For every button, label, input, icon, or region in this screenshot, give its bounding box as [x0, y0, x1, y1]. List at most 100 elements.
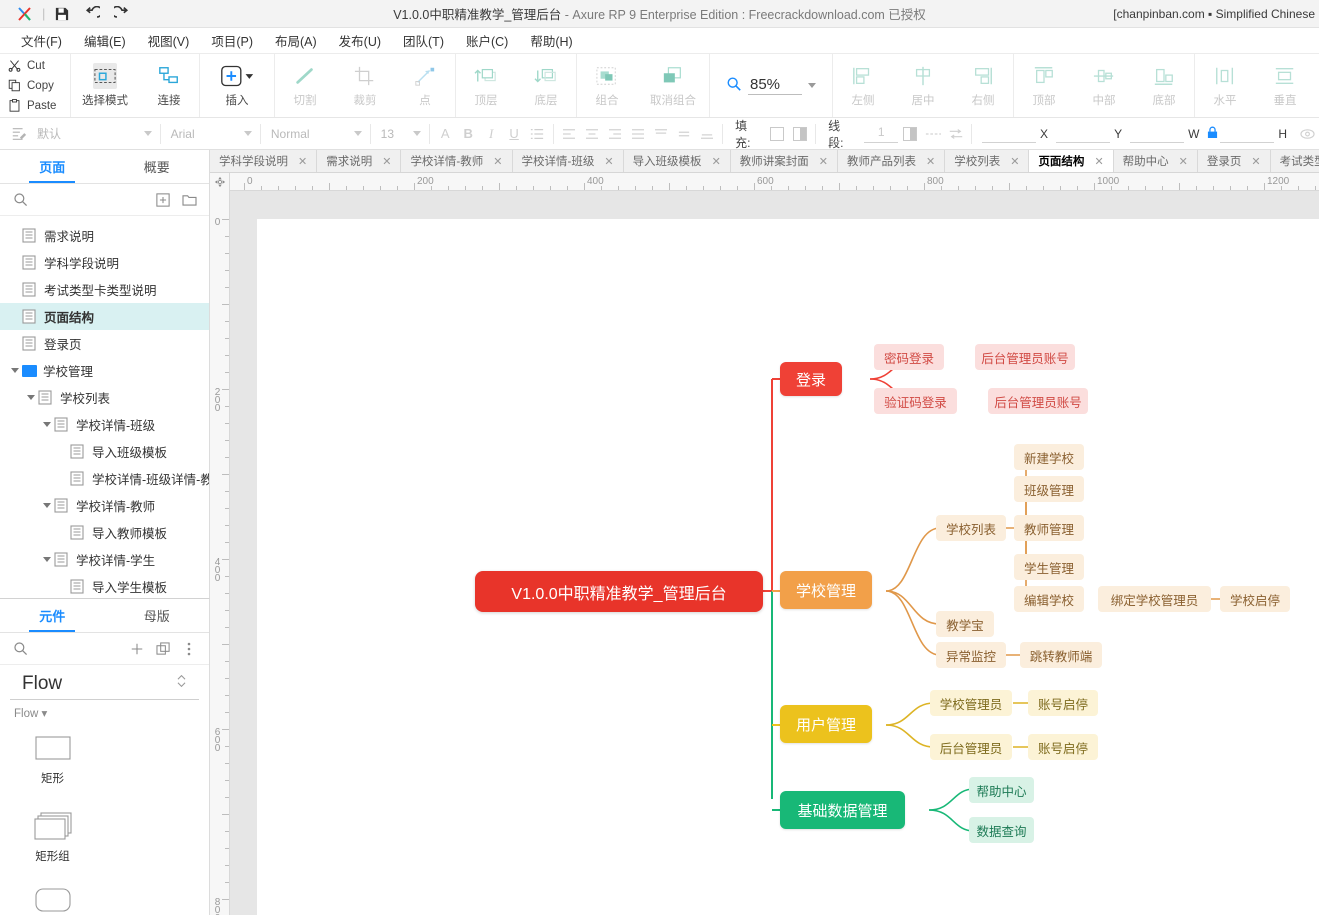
send-to-back-button[interactable]: 底层: [516, 54, 576, 117]
mindmap-node-admin-account-2[interactable]: 后台管理员账号: [988, 388, 1088, 414]
italic-icon[interactable]: I: [480, 123, 503, 145]
pages-tree-item[interactable]: 导入教师模板: [0, 519, 209, 546]
pages-tree-item[interactable]: 学校列表: [0, 384, 209, 411]
menu-publish[interactable]: 发布(U): [328, 27, 392, 54]
widget-rectangle-group[interactable]: 矩形组: [0, 802, 105, 878]
tab-widgets[interactable]: 元件: [0, 599, 105, 632]
add-library-icon[interactable]: [127, 639, 147, 659]
mindmap-node-school-list[interactable]: 学校列表: [936, 515, 1006, 541]
mindmap-node-user-management[interactable]: 用户管理: [780, 705, 872, 743]
menu-layout[interactable]: 布局(A): [264, 27, 328, 54]
pages-tree-item[interactable]: 学校详情-教师: [0, 492, 209, 519]
align-middle-button[interactable]: 中部: [1074, 54, 1134, 117]
font-family-select[interactable]: Arial: [165, 123, 256, 145]
close-icon[interactable]: ✕: [1094, 155, 1103, 168]
valign-middle-icon[interactable]: [672, 123, 695, 145]
pages-tree-item[interactable]: 导入学生模板: [0, 573, 209, 600]
add-page-icon[interactable]: [153, 190, 173, 210]
undo-icon[interactable]: [77, 1, 107, 27]
mindmap-node-basic-data-management[interactable]: 基础数据管理: [780, 791, 905, 829]
mindmap-root-node[interactable]: V1.0.0中职精准教学_管理后台: [475, 571, 763, 612]
pages-tree-item[interactable]: 页面结构: [0, 303, 209, 330]
font-weight-select[interactable]: Normal: [265, 123, 366, 145]
close-icon[interactable]: ✕: [1010, 155, 1019, 168]
fill-color-swatch[interactable]: [765, 123, 788, 145]
font-size-select[interactable]: 13: [375, 123, 425, 145]
align-center-button[interactable]: 居中: [893, 54, 953, 117]
canvas-area[interactable]: V1.0.0中职精准教学_管理后台 登录 密码登录 后台管理员账号 验证码登录 …: [230, 191, 1319, 915]
cut-shape-button[interactable]: 切割: [275, 54, 335, 117]
mindmap-node-teaching-treasure[interactable]: 教学宝: [936, 611, 994, 637]
mindmap-node-data-query[interactable]: 数据查询: [969, 817, 1034, 843]
document-tab[interactable]: 学科学段说明 ✕: [210, 150, 318, 172]
tab-masters[interactable]: 母版: [105, 599, 210, 632]
chevron-down-icon[interactable]: [24, 395, 38, 400]
page-canvas[interactable]: V1.0.0中职精准教学_管理后台 登录 密码登录 后台管理员账号 验证码登录 …: [257, 219, 1319, 915]
widget-rectangle[interactable]: 矩形: [0, 726, 105, 802]
mindmap-node-edit-school[interactable]: 编辑学校: [1014, 586, 1084, 612]
crop-button[interactable]: 裁剪: [335, 54, 395, 117]
menu-help[interactable]: 帮助(H): [519, 27, 583, 54]
close-icon[interactable]: ✕: [1179, 155, 1188, 168]
mindmap-node-account-toggle-2[interactable]: 账号启停: [1028, 734, 1098, 760]
text-align-left-icon[interactable]: [557, 123, 580, 145]
distribute-horizontal-button[interactable]: 水平: [1195, 54, 1255, 117]
mindmap-node-backend-admin[interactable]: 后台管理员: [930, 734, 1012, 760]
select-mode-button[interactable]: 选择模式: [71, 54, 139, 117]
document-tab[interactable]: 考试类型卡类型✕: [1270, 150, 1319, 172]
connect-button[interactable]: 连接: [139, 54, 199, 117]
text-align-center-icon[interactable]: [580, 123, 603, 145]
menu-edit[interactable]: 编辑(E): [73, 27, 137, 54]
mindmap-node-teacher-management[interactable]: 教师管理: [1014, 515, 1084, 541]
close-icon[interactable]: ✕: [604, 155, 613, 168]
insert-button[interactable]: 插入: [200, 54, 274, 117]
document-tab[interactable]: 导入班级模板 ✕: [623, 150, 731, 172]
h-input[interactable]: [1220, 125, 1275, 143]
widget-rounded-rectangle[interactable]: 圆角矩形: [0, 878, 105, 915]
pages-tree-item[interactable]: 学校详情-班级详情-教!: [0, 465, 209, 492]
search-icon[interactable]: [10, 190, 30, 210]
ungroup-button[interactable]: 取消组合: [637, 54, 709, 117]
duplicate-library-icon[interactable]: [153, 639, 173, 659]
visibility-eye-icon[interactable]: [1295, 123, 1319, 145]
paste-button[interactable]: Paste: [8, 97, 70, 115]
x-input[interactable]: [982, 125, 1037, 143]
document-tab[interactable]: 页面结构 ✕: [1029, 150, 1114, 172]
y-input[interactable]: [1056, 125, 1111, 143]
widget-library-select[interactable]: Flow: [10, 665, 199, 700]
mindmap-node-help-center[interactable]: 帮助中心: [969, 777, 1034, 803]
valign-bottom-icon[interactable]: [695, 123, 718, 145]
pages-tree-item[interactable]: 学校管理: [0, 357, 209, 384]
document-tab[interactable]: 学校列表 ✕: [945, 150, 1030, 172]
horizontal-ruler[interactable]: 0 200 400 600 800 1000 1200: [210, 173, 1319, 191]
underline-icon[interactable]: U: [503, 123, 526, 145]
mindmap-node-student-management[interactable]: 学生管理: [1014, 554, 1084, 580]
point-button[interactable]: 点: [395, 54, 455, 117]
pages-tree-item[interactable]: 导入班级模板: [0, 438, 209, 465]
ruler-origin-icon[interactable]: [210, 173, 230, 191]
document-tab[interactable]: 帮助中心 ✕: [1113, 150, 1198, 172]
align-bottom-button[interactable]: 底部: [1134, 54, 1194, 117]
menu-team[interactable]: 团队(T): [392, 27, 455, 54]
document-tab[interactable]: 学校详情-班级 ✕: [512, 150, 624, 172]
style-preset-select[interactable]: 默认: [31, 123, 156, 145]
mindmap-node-code-login[interactable]: 验证码登录: [874, 388, 957, 414]
distribute-vertical-button[interactable]: 垂直: [1255, 54, 1315, 117]
document-tab[interactable]: 登录页 ✕: [1197, 150, 1271, 172]
pages-tree-item[interactable]: 学校详情-班级: [0, 411, 209, 438]
mindmap-node-account-toggle-1[interactable]: 账号启停: [1028, 690, 1098, 716]
vertical-ruler[interactable]: 0 200 400 600 800: [210, 191, 230, 915]
add-folder-icon[interactable]: [179, 190, 199, 210]
close-icon[interactable]: ✕: [493, 155, 502, 168]
pages-tree-item[interactable]: 考试类型卡类型说明: [0, 276, 209, 303]
line-width-field[interactable]: 1: [858, 125, 899, 143]
menu-file[interactable]: 文件(F): [10, 27, 73, 54]
widget-group-header[interactable]: Flow ▾: [0, 700, 209, 724]
line-arrow-icon[interactable]: [944, 123, 967, 145]
menu-view[interactable]: 视图(V): [137, 27, 201, 54]
mindmap-node-school-enable-disable[interactable]: 学校启停: [1220, 586, 1290, 612]
pages-tree-item[interactable]: 学校详情-学生: [0, 546, 209, 573]
pages-tree-item[interactable]: 学科学段说明: [0, 249, 209, 276]
tab-pages[interactable]: 页面: [0, 150, 105, 183]
chevron-down-icon[interactable]: [8, 368, 22, 373]
